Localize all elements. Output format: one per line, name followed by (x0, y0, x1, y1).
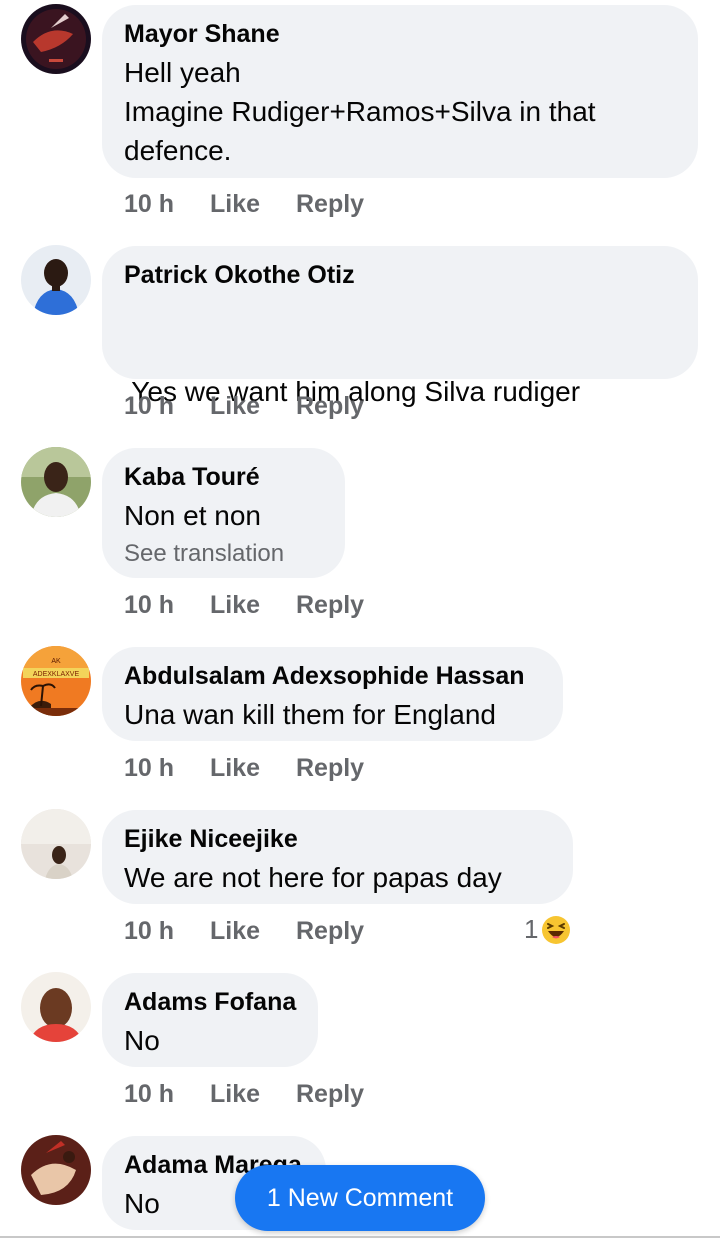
reply-button[interactable]: Reply (296, 591, 364, 620)
comment-author[interactable]: Patrick Okothe Otiz (124, 260, 676, 290)
comment-timestamp[interactable]: 10 h (124, 917, 210, 946)
haha-emoji-icon (542, 915, 571, 944)
comment-actions: 10 h Like Reply (124, 190, 364, 219)
comment-author[interactable]: Abdulsalam Adexsophide Hassan (124, 661, 541, 691)
comment-author[interactable]: Adams Fofana (124, 987, 296, 1017)
comment-line: We are not here for papas day (124, 862, 502, 893)
avatar-image-icon (21, 447, 91, 517)
avatar[interactable] (21, 245, 91, 315)
svg-text:AK: AK (51, 658, 61, 665)
comment-author[interactable]: Ejike Niceejike (124, 824, 551, 854)
reaction-summary[interactable]: 1 (524, 914, 571, 945)
avatar[interactable] (21, 4, 91, 74)
reply-button[interactable]: Reply (296, 754, 364, 783)
reaction-count: 1 (524, 914, 539, 944)
comment-bubble[interactable]: Abdulsalam Adexsophide Hassan Una wan ki… (102, 647, 563, 741)
comment-bubble[interactable]: Adams Fofana No (102, 973, 318, 1067)
avatar-image-icon (21, 245, 91, 315)
comment-author[interactable]: Mayor Shane (124, 19, 676, 49)
comment-line: defence. (124, 135, 232, 166)
comment-line: No (124, 1025, 160, 1056)
comment-text: We are not here for papas day (124, 858, 551, 897)
comment-bubble[interactable]: Kaba Touré Non et non See translation (102, 448, 345, 578)
avatar-image-icon (21, 1135, 91, 1205)
comment-timestamp[interactable]: 10 h (124, 190, 210, 219)
comment-timestamp[interactable]: 10 h (124, 754, 210, 783)
comment-actions: 10 h Like Reply (124, 591, 364, 620)
like-button[interactable]: Like (210, 917, 296, 946)
svg-text:ADEXKLAXVE: ADEXKLAXVE (33, 671, 80, 678)
avatar[interactable] (21, 972, 91, 1042)
comment-bubble[interactable]: Ejike Niceejike We are not here for papa… (102, 810, 573, 904)
comment-timestamp[interactable]: 10 h (124, 591, 210, 620)
comment-line: Una wan kill them for England (124, 699, 496, 730)
comment-author[interactable]: Kaba Touré (124, 462, 323, 492)
see-translation-link[interactable]: See translation (124, 537, 323, 571)
reply-button[interactable]: Reply (296, 1080, 364, 1109)
comment-actions: 10 h Like Reply (124, 754, 364, 783)
avatar[interactable]: AK ADEXKLAXVE (21, 646, 91, 716)
comment-timestamp[interactable]: 10 h (124, 1080, 210, 1109)
reply-button[interactable]: Reply (296, 392, 364, 421)
reply-button[interactable]: Reply (296, 190, 364, 219)
avatar[interactable] (21, 447, 91, 517)
comment-actions: 10 h Like Reply (124, 1080, 364, 1109)
avatar[interactable] (21, 1135, 91, 1205)
comment-line: Non et non (124, 500, 261, 531)
like-button[interactable]: Like (210, 754, 296, 783)
like-button[interactable]: Like (210, 392, 296, 421)
avatar-image-icon: AK ADEXKLAXVE (21, 646, 91, 716)
like-button[interactable]: Like (210, 190, 296, 219)
comment-text: Una wan kill them for England (124, 695, 541, 734)
like-button[interactable]: Like (210, 591, 296, 620)
avatar[interactable] (21, 809, 91, 879)
reply-button[interactable]: Reply (296, 917, 364, 946)
avatar-image-icon (21, 4, 91, 74)
like-button[interactable]: Like (210, 1080, 296, 1109)
new-comment-button[interactable]: 1 New Comment (235, 1165, 485, 1231)
comment-text: No (124, 1021, 296, 1060)
avatar-image-icon (21, 972, 91, 1042)
comment-line: Hell yeah (124, 57, 241, 88)
comment-bubble[interactable]: Mayor Shane Hell yeah Imagine Rudiger+Ra… (102, 5, 698, 178)
comment-text: Hell yeah Imagine Rudiger+Ramos+Silva in… (124, 53, 676, 170)
avatar-image-icon (21, 809, 91, 879)
comment-text: Non et non (124, 496, 323, 535)
comment-timestamp[interactable]: 10 h (124, 392, 210, 421)
comment-actions: 10 h Like Reply (124, 392, 364, 421)
comment-line: Imagine Rudiger+Ramos+Silva in that (124, 96, 596, 127)
comment-actions: 10 h Like Reply (124, 917, 364, 946)
comment-bubble[interactable]: Patrick Okothe Otiz Yes we want him alon… (102, 246, 698, 524)
divider (0, 1236, 720, 1238)
